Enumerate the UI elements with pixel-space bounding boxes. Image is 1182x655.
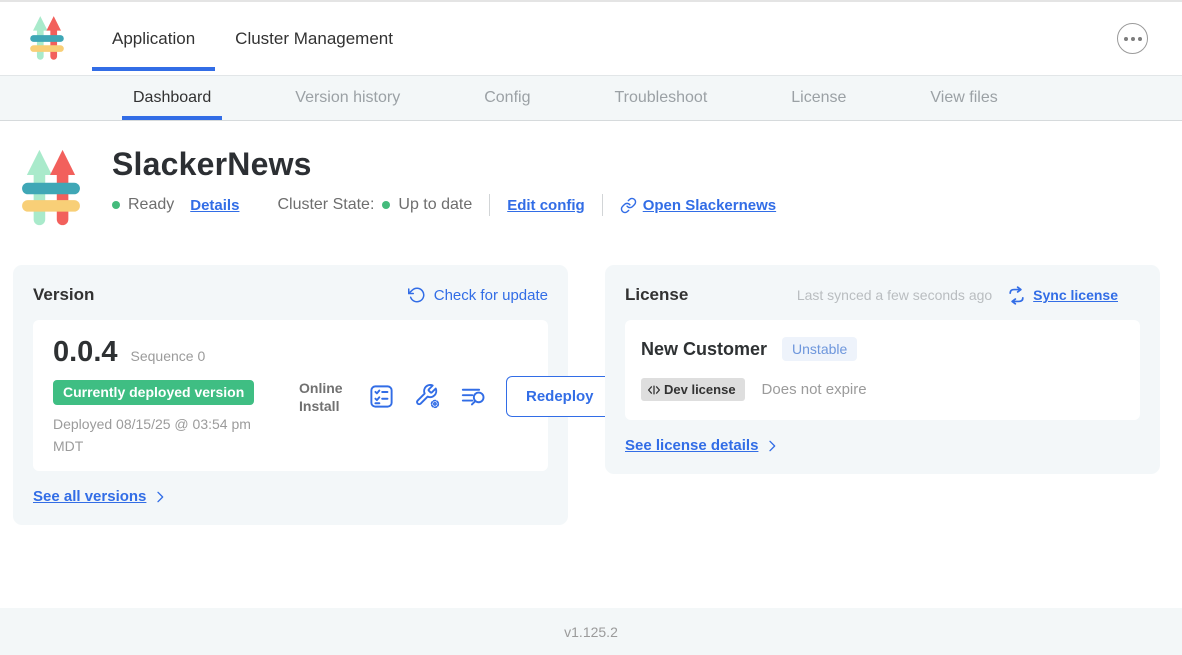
- admin-console-page: Application Cluster Management Dashboard…: [0, 0, 1182, 655]
- dashboard-cards: Version Check for update 0.0.4 Sequence: [0, 229, 1182, 525]
- secondary-nav: Dashboard Version history Config Trouble…: [0, 75, 1182, 121]
- tab-application-label: Application: [112, 29, 195, 49]
- tab-config[interactable]: Config: [473, 76, 541, 120]
- slackernews-logo-icon: [30, 15, 64, 62]
- app-header: SlackerNews Ready Details Cluster State:…: [0, 121, 1182, 229]
- tab-troubleshoot[interactable]: Troubleshoot: [603, 76, 718, 120]
- license-card-title: License: [625, 285, 688, 305]
- redeploy-button[interactable]: Redeploy: [506, 376, 614, 417]
- sync-arrows-icon: [1007, 286, 1026, 305]
- license-card: License Last synced a few seconds ago Sy…: [605, 265, 1160, 474]
- tab-dashboard[interactable]: Dashboard: [122, 76, 222, 120]
- topnav-right: [1117, 2, 1182, 75]
- tab-dashboard-label: Dashboard: [133, 89, 211, 107]
- tab-config-label: Config: [484, 89, 530, 107]
- tab-cluster-management-label: Cluster Management: [235, 29, 393, 49]
- primary-nav: Application Cluster Management: [0, 2, 1182, 75]
- cluster-state-value: Up to date: [398, 196, 472, 214]
- version-card-title: Version: [33, 285, 94, 305]
- app-status-dot: [112, 201, 120, 209]
- last-synced-text: Last synced a few seconds ago: [797, 287, 992, 303]
- details-link[interactable]: Details: [190, 197, 239, 214]
- check-for-update-label: Check for update: [434, 287, 548, 304]
- app-status-text: Ready: [128, 196, 174, 214]
- tab-view-files-label: View files: [930, 89, 997, 107]
- sync-license-link[interactable]: Sync license: [1033, 287, 1118, 303]
- chevron-right-icon: [764, 438, 780, 454]
- license-type-badge: Dev license: [641, 378, 745, 401]
- version-card: Version Check for update 0.0.4 Sequence: [13, 265, 568, 525]
- cluster-state-label: Cluster State:: [277, 196, 374, 214]
- tab-cluster-management[interactable]: Cluster Management: [215, 2, 413, 75]
- tab-version-history-label: Version history: [295, 89, 400, 107]
- tab-troubleshoot-label: Troubleshoot: [614, 89, 707, 107]
- channel-badge: Unstable: [782, 337, 857, 361]
- chevron-right-icon: [152, 489, 168, 505]
- app-logo-small-wrap: [0, 2, 92, 75]
- see-all-versions-link[interactable]: See all versions: [33, 488, 146, 505]
- app-status-row: Ready Details Cluster State: Up to date …: [112, 194, 776, 216]
- see-license-details-link[interactable]: See license details: [625, 437, 758, 454]
- config-wrench-gear-icon[interactable]: [414, 383, 441, 410]
- open-app-link[interactable]: Open Slackernews: [620, 197, 776, 214]
- divider: [489, 194, 490, 216]
- ellipsis-icon: [1124, 37, 1128, 41]
- deployed-timestamp: Deployed 08/15/25 @ 03:54 pm MDT: [53, 414, 281, 457]
- current-version-panel: 0.0.4 Sequence 0 Currently deployed vers…: [33, 320, 548, 471]
- currently-deployed-badge: Currently deployed version: [53, 380, 254, 405]
- tab-application[interactable]: Application: [92, 2, 215, 75]
- license-expiration: Does not expire: [762, 381, 867, 398]
- cluster-state-dot: [382, 201, 390, 209]
- page-title: SlackerNews: [112, 146, 776, 183]
- tab-license-label: License: [791, 89, 846, 107]
- preflight-checklist-icon[interactable]: [368, 383, 395, 410]
- overflow-menu-button[interactable]: [1117, 23, 1148, 54]
- version-number: 0.0.4: [53, 336, 118, 369]
- logs-file-search-icon[interactable]: [460, 383, 487, 410]
- edit-config-link[interactable]: Edit config: [507, 197, 585, 214]
- dashboard-content: SlackerNews Ready Details Cluster State:…: [0, 121, 1182, 608]
- slackernews-logo-large-icon: [22, 148, 80, 229]
- link-icon: [620, 197, 637, 214]
- tab-view-files[interactable]: View files: [919, 76, 1008, 120]
- rotate-ccw-icon: [408, 286, 426, 304]
- code-icon: [647, 384, 661, 396]
- check-for-update-link[interactable]: Check for update: [408, 286, 548, 304]
- tab-version-history[interactable]: Version history: [284, 76, 411, 120]
- tab-license[interactable]: License: [780, 76, 857, 120]
- customer-name: New Customer: [641, 339, 767, 360]
- license-detail-panel: New Customer Unstable Dev license: [625, 320, 1140, 420]
- console-footer: v1.125.2: [0, 608, 1182, 655]
- open-app-link-label: Open Slackernews: [643, 197, 776, 214]
- install-type-label: Online Install: [299, 379, 349, 415]
- console-version: v1.125.2: [564, 624, 618, 640]
- sequence-label: Sequence 0: [131, 348, 206, 364]
- divider: [602, 194, 603, 216]
- license-type-badge-label: Dev license: [664, 382, 736, 397]
